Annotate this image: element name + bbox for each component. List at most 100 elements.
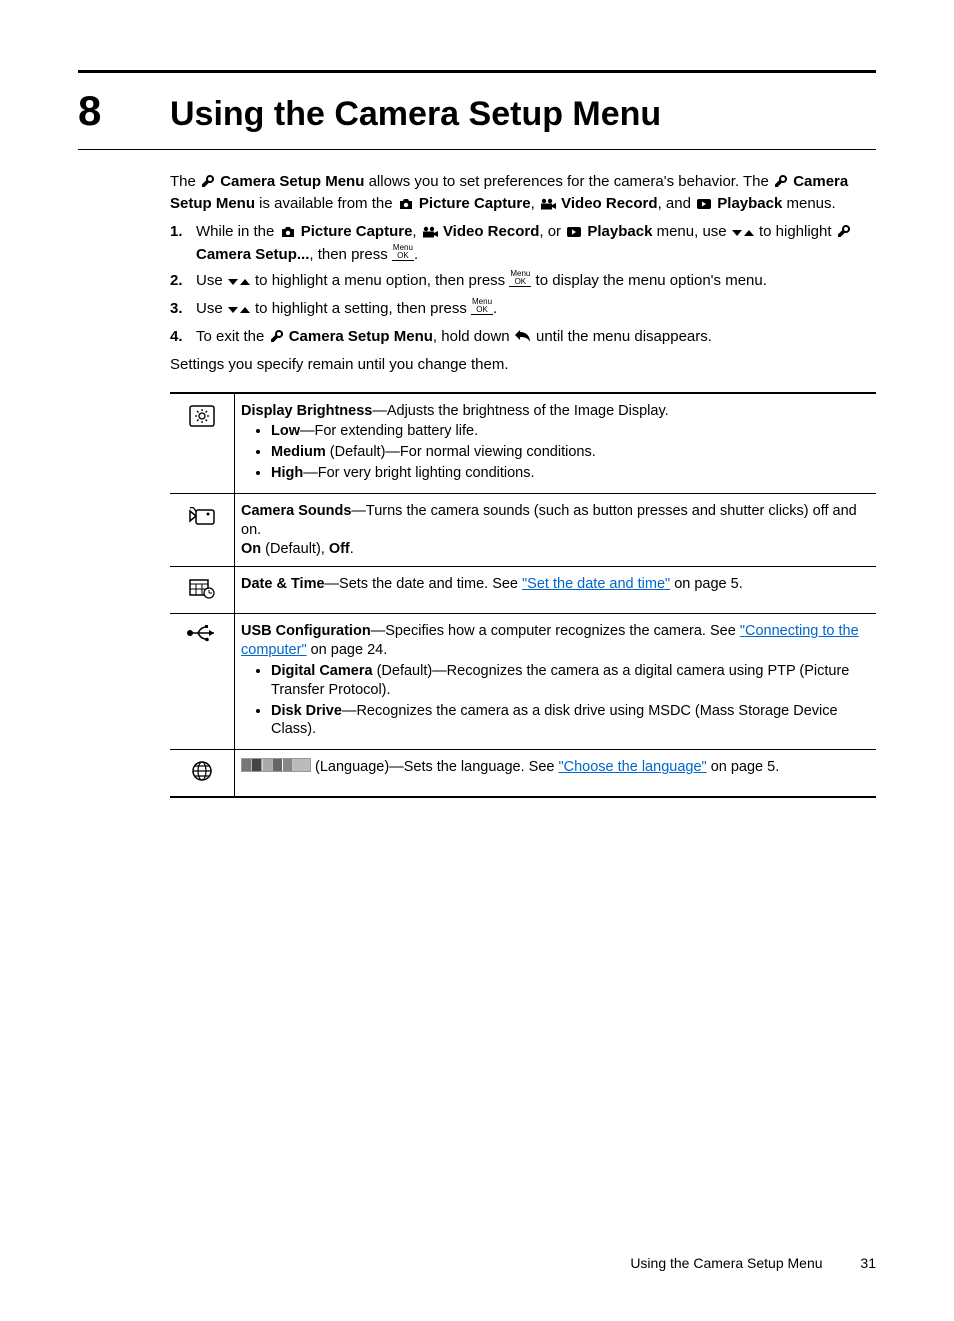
setting-title: Date & Time bbox=[241, 576, 325, 592]
wrench-icon bbox=[837, 223, 851, 245]
text: Picture Capture bbox=[301, 223, 413, 240]
option: Digital Camera (Default)—Recognizes the … bbox=[271, 662, 870, 700]
setting-desc: —Sets the date and time. See bbox=[325, 576, 522, 592]
text: High bbox=[271, 465, 303, 481]
datetime-icon bbox=[170, 567, 235, 614]
text: . bbox=[414, 246, 418, 263]
chapter-number: 8 bbox=[78, 87, 170, 135]
text: Off bbox=[329, 541, 350, 557]
footer-title: Using the Camera Setup Menu bbox=[630, 1255, 822, 1271]
text: until the menu disappears. bbox=[536, 328, 712, 345]
step-2: 2. Use to highlight a menu option, then … bbox=[170, 270, 876, 294]
text: —For extending battery life. bbox=[300, 423, 478, 439]
text: Playback bbox=[587, 223, 652, 240]
text: Camera Setup Menu bbox=[289, 328, 433, 345]
row-language: (Language)—Sets the language. See "Choos… bbox=[170, 750, 876, 797]
video-icon bbox=[422, 223, 438, 245]
cell: Camera Sounds—Turns the camera sounds (s… bbox=[235, 493, 877, 567]
row-usb-config: USB Configuration—Specifies how a comput… bbox=[170, 614, 876, 750]
option: Disk Drive—Recognizes the camera as a di… bbox=[271, 702, 870, 740]
text: to highlight bbox=[759, 223, 836, 240]
setting-desc: (Language)—Sets the language. See bbox=[315, 759, 558, 775]
text: to highlight a setting, then press bbox=[255, 300, 471, 317]
step-3: 3. Use to highlight a setting, then pres… bbox=[170, 298, 876, 322]
intro-paragraph: The Camera Setup Menu allows you to set … bbox=[170, 172, 876, 217]
playback-icon bbox=[696, 196, 712, 216]
link-choose-language[interactable]: "Choose the language" bbox=[559, 759, 707, 775]
row-camera-sounds: Camera Sounds—Turns the camera sounds (s… bbox=[170, 493, 876, 567]
menu-ok-icon: MenuOK bbox=[509, 270, 531, 287]
row-date-time: Date & Time—Sets the date and time. See … bbox=[170, 567, 876, 614]
row-display-brightness: Display Brightness—Adjusts the brightnes… bbox=[170, 393, 876, 494]
usb-icon bbox=[170, 614, 235, 750]
cell: Date & Time—Sets the date and time. See … bbox=[235, 567, 877, 614]
step-number: 1. bbox=[170, 221, 196, 267]
text: (Default), bbox=[261, 541, 329, 557]
globe-icon bbox=[170, 750, 235, 797]
menu-ok-icon: MenuOK bbox=[392, 244, 414, 261]
text: Camera Setup... bbox=[196, 246, 309, 263]
cell: Display Brightness—Adjusts the brightnes… bbox=[235, 393, 877, 494]
setting-title: Display Brightness bbox=[241, 403, 372, 419]
page-number: 31 bbox=[860, 1255, 876, 1271]
updown-icon bbox=[228, 272, 250, 294]
setting-desc: —Adjusts the brightness of the Image Dis… bbox=[372, 403, 668, 419]
cell: (Language)—Sets the language. See "Choos… bbox=[235, 750, 877, 797]
wrench-icon bbox=[270, 328, 284, 350]
steps-list: 1. While in the Picture Capture, Video R… bbox=[170, 221, 876, 350]
text: Disk Drive bbox=[271, 703, 342, 719]
text: menus. bbox=[782, 195, 835, 212]
option: High—For very bright lighting conditions… bbox=[271, 464, 870, 483]
text: , bbox=[412, 223, 420, 240]
sound-icon bbox=[170, 493, 235, 567]
text: . bbox=[350, 541, 354, 557]
playback-icon bbox=[566, 223, 582, 245]
step-text: Use to highlight a setting, then press M… bbox=[196, 298, 876, 322]
text: , then press bbox=[309, 246, 392, 263]
chapter-header: 8 Using the Camera Setup Menu bbox=[78, 87, 876, 150]
chapter-title: Using the Camera Setup Menu bbox=[170, 95, 661, 134]
text: on page 5. bbox=[707, 759, 780, 775]
text: Low bbox=[271, 423, 300, 439]
options-list: Low—For extending battery life. Medium (… bbox=[241, 422, 870, 483]
body: The Camera Setup Menu allows you to set … bbox=[170, 172, 876, 798]
step-number: 2. bbox=[170, 270, 196, 294]
text: to highlight a menu option, then press bbox=[255, 272, 509, 289]
text: Video Record bbox=[443, 223, 539, 240]
link-set-date-time[interactable]: "Set the date and time" bbox=[522, 576, 670, 592]
brightness-icon bbox=[170, 393, 235, 494]
text: is available from the bbox=[259, 195, 397, 212]
updown-icon bbox=[732, 223, 754, 245]
text: to display the menu option's menu. bbox=[536, 272, 767, 289]
text: —Recognizes the camera as a disk drive u… bbox=[271, 703, 838, 738]
text: The bbox=[170, 173, 200, 190]
text: , or bbox=[539, 223, 565, 240]
top-rule bbox=[78, 70, 876, 73]
page: 8 Using the Camera Setup Menu The Camera… bbox=[0, 0, 954, 1321]
text: Video Record bbox=[561, 195, 657, 212]
setting-title: USB Configuration bbox=[241, 623, 371, 639]
text: To exit the bbox=[196, 328, 269, 345]
text: , and bbox=[658, 195, 696, 212]
text: menu, use bbox=[652, 223, 730, 240]
text: On bbox=[241, 541, 261, 557]
option: Low—For extending battery life. bbox=[271, 422, 870, 441]
text: Use bbox=[196, 300, 227, 317]
camera-icon bbox=[398, 196, 414, 216]
step-1: 1. While in the Picture Capture, Video R… bbox=[170, 221, 876, 267]
wrench-icon bbox=[201, 174, 215, 194]
video-icon bbox=[540, 196, 556, 216]
menu-ok-icon: MenuOK bbox=[471, 298, 493, 315]
text: (Default)—For normal viewing conditions. bbox=[326, 444, 596, 460]
text: Playback bbox=[717, 195, 782, 212]
flags-icon bbox=[241, 758, 311, 772]
text: on page 24. bbox=[307, 642, 388, 658]
camera-icon bbox=[280, 223, 296, 245]
back-icon bbox=[515, 328, 531, 350]
footer: Using the Camera Setup Menu 31 bbox=[630, 1255, 876, 1271]
text: , bbox=[531, 195, 539, 212]
options-list: Digital Camera (Default)—Recognizes the … bbox=[241, 662, 870, 739]
wrench-icon bbox=[774, 174, 788, 194]
updown-icon bbox=[228, 300, 250, 322]
text: While in the bbox=[196, 223, 279, 240]
